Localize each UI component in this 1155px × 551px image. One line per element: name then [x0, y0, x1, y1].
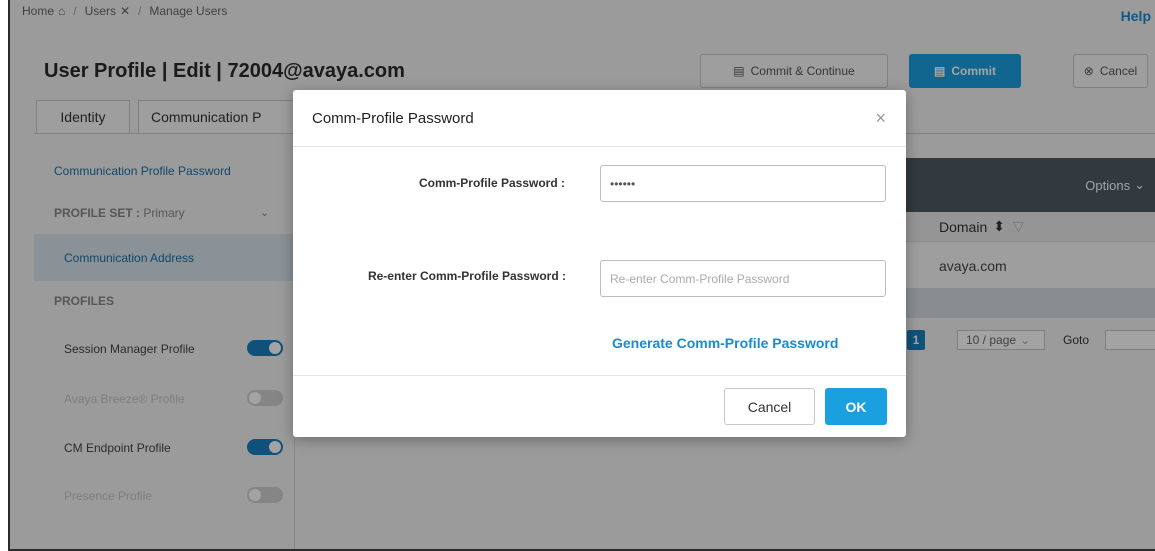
ok-button[interactable]: OK	[825, 388, 887, 425]
generate-password-link[interactable]: Generate Comm-Profile Password	[612, 335, 838, 351]
password-field[interactable]	[600, 165, 886, 202]
dialog-header: Comm-Profile Password	[293, 90, 906, 147]
close-icon[interactable]: ×	[875, 108, 886, 128]
cancel-button[interactable]: Cancel	[724, 388, 815, 425]
password-label: Comm-Profile Password :	[418, 176, 565, 190]
reenter-password-label: Re-enter Comm-Profile Password :	[367, 269, 566, 283]
app-frame: Home ⌂ / Users ✕ / Manage Users Help Use…	[8, 0, 1155, 551]
comm-profile-password-dialog: Comm-Profile Password × Comm-Profile Pas…	[293, 90, 906, 437]
dialog-footer-divider	[293, 375, 906, 376]
dialog-title: Comm-Profile Password	[312, 109, 474, 127]
reenter-password-field[interactable]	[600, 260, 886, 297]
